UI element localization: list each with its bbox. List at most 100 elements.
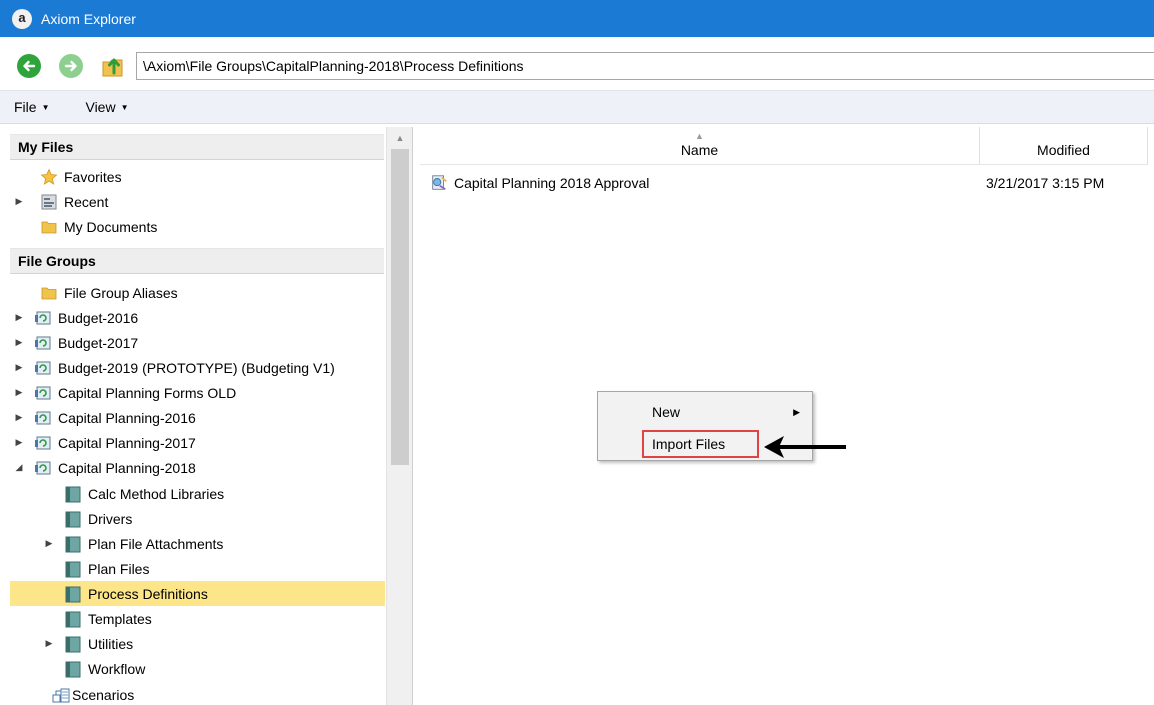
tree-item-workflow[interactable]: Workflow xyxy=(64,656,145,681)
file-group-icon xyxy=(34,409,52,427)
address-path: \Axiom\File Groups\CapitalPlanning-2018\… xyxy=(143,58,524,74)
tree-item-label: File Group Aliases xyxy=(64,284,178,301)
tree-item-label: Capital Planning-2018 xyxy=(58,459,196,476)
tree-item-label: Plan File Attachments xyxy=(88,535,224,552)
view-menu[interactable]: View ▼ xyxy=(85,99,128,115)
left-pane-scrollbar[interactable]: ▲ xyxy=(386,127,412,705)
tree-item-capital-planning-2018[interactable]: ◢ Capital Planning-2018 xyxy=(14,455,196,480)
file-group-icon xyxy=(34,434,52,452)
arrow-right-icon xyxy=(64,60,77,72)
column-header-modified[interactable]: Modified xyxy=(980,127,1148,165)
tree-item-label: Scenarios xyxy=(72,686,135,703)
back-button[interactable] xyxy=(17,54,41,78)
tree-item-plan-files[interactable]: Plan Files xyxy=(64,556,149,581)
tree-item-label: Budget-2019 (PROTOTYPE) (Budgeting V1) xyxy=(58,359,335,376)
scroll-thumb[interactable] xyxy=(391,149,409,465)
tree-item-capital-planning-2016[interactable]: ▶ Capital Planning-2016 xyxy=(14,405,196,430)
tree-item-label: Utilities xyxy=(88,635,134,652)
column-header-name-label: Name xyxy=(680,142,719,158)
tree-item-my-documents[interactable]: My Documents xyxy=(14,214,157,239)
tree-item-scenarios[interactable]: Scenarios xyxy=(52,682,134,705)
expand-arrow-icon[interactable]: ▶ xyxy=(44,538,54,549)
library-icon xyxy=(64,535,82,553)
expand-arrow-icon[interactable]: ▶ xyxy=(14,362,24,373)
arrow-left-icon xyxy=(23,60,36,72)
scroll-up-arrow-icon[interactable]: ▲ xyxy=(387,127,413,149)
library-icon xyxy=(64,660,82,678)
axiom-app-icon: a xyxy=(12,8,32,29)
process-definition-icon xyxy=(430,174,448,192)
tree-item-label: Templates xyxy=(88,610,152,627)
submenu-arrow-icon: ▶ xyxy=(793,406,800,417)
tree-item-templates[interactable]: Templates xyxy=(64,606,152,631)
file-modified: 3/21/2017 3:15 PM xyxy=(986,175,1105,191)
expand-arrow-icon[interactable]: ▶ xyxy=(14,412,24,423)
tree-item-label: Calc Method Libraries xyxy=(88,485,225,502)
file-menu[interactable]: File ▼ xyxy=(14,99,49,115)
tree-item-budget-2016[interactable]: ▶ Budget-2016 xyxy=(14,305,139,330)
tree-item-plan-file-attachments[interactable]: ▶ Plan File Attachments xyxy=(44,531,223,556)
sort-ascending-icon: ▲ xyxy=(695,131,704,141)
library-icon xyxy=(64,635,82,653)
tree-item-process-definitions[interactable]: Process Definitions xyxy=(10,581,385,606)
library-icon xyxy=(64,485,82,503)
column-header-modified-label: Modified xyxy=(1037,142,1090,158)
scenarios-icon xyxy=(52,686,70,704)
tree-item-label: Workflow xyxy=(88,660,146,677)
column-header-name[interactable]: ▲ Name xyxy=(420,127,980,165)
tree-item-favorites[interactable]: Favorites xyxy=(14,164,122,189)
file-name: Capital Planning 2018 Approval xyxy=(454,175,650,191)
up-folder-button[interactable] xyxy=(100,52,128,80)
tree-item-capital-planning-2017[interactable]: ▶ Capital Planning-2017 xyxy=(14,430,196,455)
file-group-icon xyxy=(34,459,52,477)
file-group-icon xyxy=(34,359,52,377)
tree-item-label: Budget-2017 xyxy=(58,334,139,351)
file-group-icon xyxy=(34,334,52,352)
tree-item-label: Favorites xyxy=(64,168,122,185)
tree-item-utilities[interactable]: ▶ Utilities xyxy=(44,631,133,656)
view-menu-label: View xyxy=(85,99,116,115)
title-bar: a Axiom Explorer xyxy=(0,0,1154,37)
chevron-down-icon: ▼ xyxy=(120,102,129,112)
tree-item-label: Capital Planning Forms OLD xyxy=(58,384,237,401)
tree-item-capital-planning-forms-old[interactable]: ▶ Capital Planning Forms OLD xyxy=(14,380,237,405)
file-row[interactable]: Capital Planning 2018 Approval 3/21/2017… xyxy=(430,171,1154,195)
tree-item-calc-method-libraries[interactable]: Calc Method Libraries xyxy=(64,481,224,506)
expand-arrow-icon[interactable]: ▶ xyxy=(44,638,54,649)
address-toolbar: \Axiom\File Groups\CapitalPlanning-2018\… xyxy=(0,37,1154,90)
tree-item-label: Budget-2016 xyxy=(58,309,139,326)
library-icon xyxy=(64,610,82,628)
library-icon xyxy=(64,510,82,528)
collapse-arrow-icon[interactable]: ◢ xyxy=(14,462,24,473)
tree-item-label: Capital Planning-2017 xyxy=(58,434,196,451)
tree-item-recent[interactable]: ▶ Recent xyxy=(14,189,109,214)
library-icon xyxy=(64,560,82,578)
file-menu-label: File xyxy=(14,99,37,115)
tree-item-label: Plan Files xyxy=(88,560,150,577)
my-files-header: My Files xyxy=(10,134,384,160)
tree-item-budget-2019[interactable]: ▶ Budget-2019 (PROTOTYPE) (Budgeting V1) xyxy=(14,355,335,380)
navigation-pane: My Files Favorites ▶ Recent My Documents… xyxy=(0,127,413,705)
folder-icon xyxy=(40,284,58,302)
file-group-icon xyxy=(34,384,52,402)
forward-button[interactable] xyxy=(59,54,83,78)
expand-arrow-icon[interactable]: ▶ xyxy=(14,437,24,448)
expand-arrow-icon[interactable]: ▶ xyxy=(14,387,24,398)
window-title: Axiom Explorer xyxy=(41,10,136,27)
chevron-down-icon: ▼ xyxy=(41,102,50,112)
star-icon xyxy=(40,168,58,186)
recent-icon xyxy=(40,193,58,211)
tree-item-drivers[interactable]: Drivers xyxy=(64,506,132,531)
context-menu-label: New xyxy=(652,404,681,420)
tree-item-label: Capital Planning-2016 xyxy=(58,409,196,426)
context-menu-item-new[interactable]: New ▶ xyxy=(598,398,812,426)
expand-arrow-icon[interactable]: ▶ xyxy=(14,312,24,323)
tree-item-budget-2017[interactable]: ▶ Budget-2017 xyxy=(14,330,139,355)
expand-arrow-icon[interactable]: ▶ xyxy=(14,337,24,348)
tree-item-file-group-aliases[interactable]: File Group Aliases xyxy=(14,280,178,305)
folder-up-icon xyxy=(102,58,123,77)
expand-arrow-icon[interactable]: ▶ xyxy=(14,196,24,207)
file-groups-header: File Groups xyxy=(10,248,384,274)
address-field[interactable]: \Axiom\File Groups\CapitalPlanning-2018\… xyxy=(136,52,1154,80)
tree-item-label: Recent xyxy=(64,193,109,210)
